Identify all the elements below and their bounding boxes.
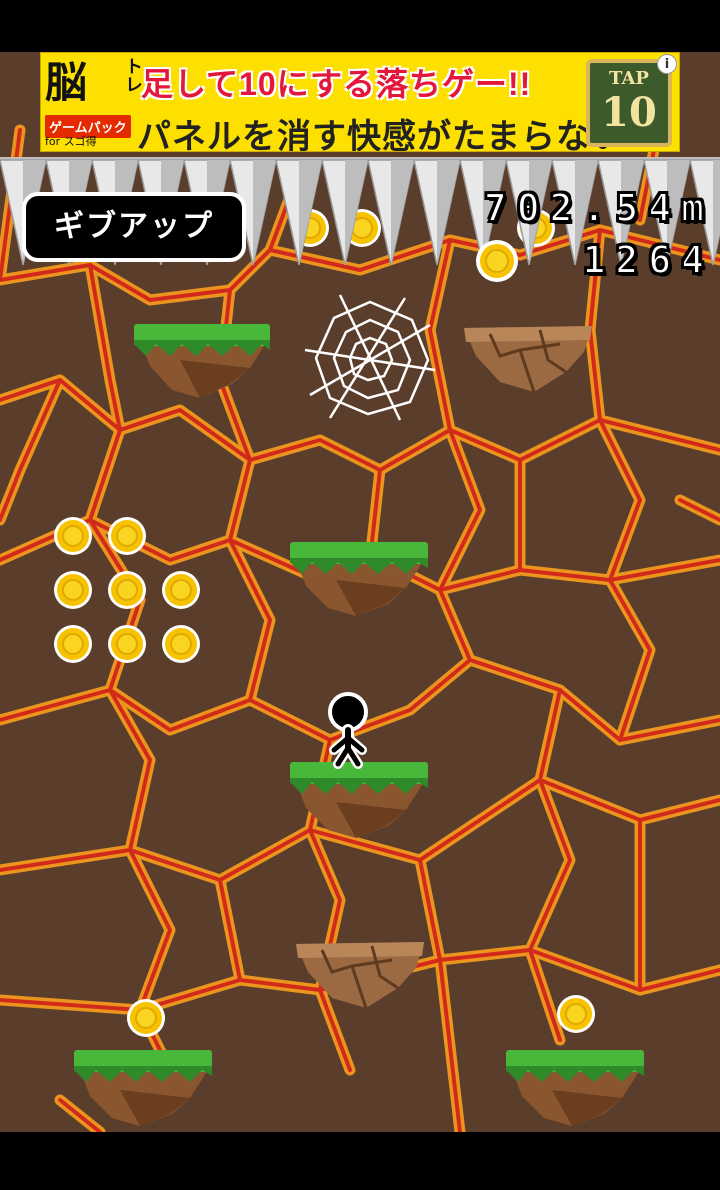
coin <box>127 999 165 1037</box>
ad-tap-label: TAP <box>609 68 649 89</box>
ad-banner[interactable]: 脳 トレ ゲームパック for スゴ得 足して10にする落ちゲー!! パネルを消… <box>0 52 720 157</box>
coin-count: 1264 <box>581 237 714 283</box>
ad-tap-number: 10 <box>601 89 657 136</box>
coin <box>162 625 200 663</box>
ad-subtitle: パネルを消す快感がたまらない <box>137 117 626 152</box>
coin-icon <box>476 240 518 282</box>
ad-content[interactable]: 脳 トレ ゲームパック for スゴ得 足して10にする落ちゲー!! パネルを消… <box>40 52 680 152</box>
coin <box>108 571 146 609</box>
distance-readout: 702.54m <box>483 185 714 231</box>
coin <box>54 625 92 663</box>
ad-title: 足して10にする落ちゲー!! <box>141 66 532 102</box>
coin <box>54 571 92 609</box>
coin <box>108 625 146 663</box>
coin <box>557 995 595 1033</box>
ad-brain-kanji: 脳 <box>45 58 88 107</box>
give-up-button[interactable]: ギブアップ <box>22 192 246 262</box>
ad-info-icon[interactable]: i <box>657 54 677 74</box>
bottom-bar <box>0 1132 720 1190</box>
ad-badge-sub: for スゴ得 <box>45 135 97 148</box>
ad-tap10-logo: TAP 10 <box>586 59 672 147</box>
coin <box>108 517 146 555</box>
coin <box>54 517 92 555</box>
coin <box>162 571 200 609</box>
